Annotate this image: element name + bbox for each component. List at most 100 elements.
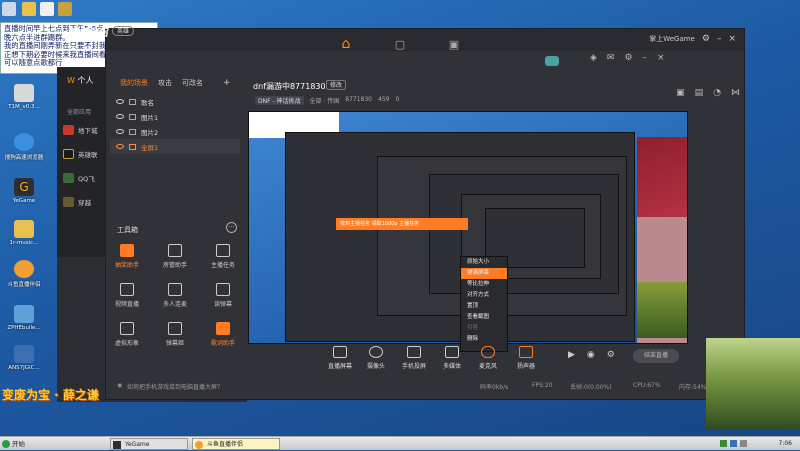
more-icon[interactable]: ··· xyxy=(226,222,237,233)
menu-item[interactable]: 等比拉伸 xyxy=(461,279,507,290)
tool-lyrics[interactable]: 歌词助手 xyxy=(201,322,245,347)
document-icon[interactable] xyxy=(40,2,54,16)
scene-item[interactable]: 图片1 xyxy=(110,109,240,124)
desktop-icon[interactable]: 1r-music... xyxy=(2,220,46,246)
desktop-top-icons xyxy=(0,0,75,20)
context-menu: 原始大小 铺满屏幕 等比拉伸 对齐方式 置顶 查看截图 引导 删除 xyxy=(460,256,508,352)
scene-item[interactable]: 全屏1 xyxy=(110,139,240,154)
task-icon xyxy=(216,244,230,257)
menu-item[interactable]: 铺满屏幕 xyxy=(461,268,507,279)
folder-icon[interactable] xyxy=(22,2,36,16)
scene-item[interactable]: 歌名 xyxy=(110,94,240,109)
record-icon[interactable]: ▶ xyxy=(568,350,575,360)
help-link[interactable]: 如何把手机游戏接到电脑直播大屏？ xyxy=(127,382,223,391)
screen-capture-button[interactable]: 直播屏幕 xyxy=(320,346,360,370)
tray-icon[interactable] xyxy=(730,440,737,447)
checkbox-icon[interactable] xyxy=(129,98,136,105)
tab-attack[interactable]: 攻击 xyxy=(158,78,172,88)
desktop-icon[interactable]: ZPHEbuile... xyxy=(2,305,46,331)
category-tag[interactable]: DNF - 神话挑战 xyxy=(255,96,304,105)
mode-selector[interactable]: 英雄 xyxy=(112,26,135,36)
settings-icon[interactable]: ⚙ xyxy=(624,53,632,63)
settings-icon[interactable]: ⚙ xyxy=(702,34,710,44)
tab-rename[interactable]: 可改名 xyxy=(182,78,203,88)
eye-icon[interactable] xyxy=(116,144,124,149)
eye-icon[interactable] xyxy=(116,99,124,104)
chat-icon[interactable]: ◔ xyxy=(713,88,721,98)
checkbox-icon[interactable] xyxy=(129,128,136,135)
tool-danmaku-ji[interactable]: 弹幕姬 xyxy=(153,322,197,347)
tool-streamer-task[interactable]: 主播任务 xyxy=(201,244,245,269)
desktop-icon[interactable]: ANS7JGIC... xyxy=(2,345,46,371)
room-meta: DNF - 神话挑战 全部 · 传国 8771830 459 0 xyxy=(255,96,399,105)
close-icon[interactable]: × xyxy=(728,34,736,44)
desktop-icon[interactable]: G YeGame xyxy=(2,178,46,204)
tray-icon[interactable] xyxy=(720,440,727,447)
assistant-game-item[interactable]: 地下城 xyxy=(63,123,98,136)
box-icon[interactable]: ▤ xyxy=(695,88,704,98)
camera-icon xyxy=(369,346,383,358)
menu-item[interactable]: 置顶 xyxy=(461,301,507,312)
recycle-bin-icon[interactable] xyxy=(2,2,16,16)
tool-room-admin[interactable]: 房管助手 xyxy=(153,244,197,269)
scene-item[interactable]: 图片2 xyxy=(110,124,240,139)
media-icon[interactable]: ▢ xyxy=(388,35,412,53)
tool-video-live[interactable]: 视频直播 xyxy=(105,283,149,308)
settings-icon[interactable]: ⚙ xyxy=(607,350,615,360)
media-icon xyxy=(445,346,459,358)
tab-my-scenes[interactable]: 我的场景 xyxy=(120,78,148,88)
tool-read-danmaku[interactable]: 读弹幕 xyxy=(201,283,245,308)
camera-button[interactable]: 摄像头 xyxy=(356,346,396,370)
share-icon[interactable]: ⋈ xyxy=(731,88,740,98)
volume-icon[interactable] xyxy=(740,440,747,447)
minimize-icon[interactable]: – xyxy=(717,34,722,44)
viewer-count: 459 xyxy=(378,96,390,103)
taskbar-item[interactable]: YeGame xyxy=(110,438,188,450)
phone-cast-button[interactable]: 手机投屏 xyxy=(394,346,434,370)
add-scene-icon[interactable]: + xyxy=(223,78,231,88)
checkbox-icon[interactable] xyxy=(129,113,136,120)
eye-icon[interactable] xyxy=(116,129,124,134)
app-icon xyxy=(14,345,34,363)
eye-icon[interactable]: ◉ xyxy=(587,350,595,360)
room-id: 8771830 xyxy=(345,96,373,103)
speaker-button[interactable]: 扬声器 xyxy=(506,346,546,370)
gift-icon[interactable]: ▣ xyxy=(676,88,685,98)
checkbox-icon[interactable] xyxy=(129,143,136,150)
multimedia-button[interactable]: 多媒体 xyxy=(432,346,472,370)
mascot-icon xyxy=(545,56,559,66)
tray-icons xyxy=(720,440,747,447)
assistant-game-item[interactable]: 穿越 xyxy=(63,195,91,208)
shirt-icon[interactable]: ◈ xyxy=(590,53,597,63)
monitor-icon xyxy=(333,346,347,358)
wegame-label[interactable]: 掌上WeGame xyxy=(649,34,695,44)
menu-item[interactable]: 原始大小 xyxy=(461,257,507,268)
folder-icon[interactable] xyxy=(58,2,72,16)
desktop-icon[interactable]: 斗鱼直播伴侣 xyxy=(2,260,46,288)
stream-overlay-text: 变废为宝 · 薛之谦 xyxy=(2,388,99,402)
eye-icon[interactable] xyxy=(116,114,124,119)
home-icon[interactable]: ⌂ xyxy=(334,35,358,53)
minimize-icon[interactable]: – xyxy=(643,53,648,63)
store-icon[interactable]: ▣ xyxy=(442,35,466,53)
assistant-title: W 个人 xyxy=(67,76,94,85)
message-icon[interactable]: ✉ xyxy=(607,53,615,63)
tool-lottery[interactable]: 抽奖助手 xyxy=(105,244,149,269)
menu-item[interactable]: 对齐方式 xyxy=(461,290,507,301)
menu-item[interactable]: 引导 xyxy=(461,323,507,334)
assistant-game-item[interactable]: QQ飞 xyxy=(63,171,95,184)
start-button[interactable]: 开始 xyxy=(2,438,32,450)
status-bar: ◉ 如何把手机游戏接到电脑直播大屏？ 码率0kb/s FPS:20 丢帧:0(0… xyxy=(105,380,745,394)
live-button[interactable]: 结束直播 xyxy=(633,349,679,363)
taskbar-item[interactable]: 斗鱼直播伴侣 xyxy=(192,438,280,450)
desktop-icon[interactable]: 搜狗高速浏览器 xyxy=(2,133,46,161)
clock[interactable]: 7:06 xyxy=(779,438,792,450)
tool-avatar[interactable]: 虚拟形象 xyxy=(105,322,149,347)
microphone-button[interactable]: 麦克风 xyxy=(468,346,508,370)
tool-multi-mic[interactable]: 多人连麦 xyxy=(153,283,197,308)
close-icon[interactable]: × xyxy=(657,53,665,63)
assistant-game-item[interactable]: 英雄联 xyxy=(63,147,98,160)
desktop-icon[interactable]: T1M_v0.3... xyxy=(2,84,46,110)
edit-room-button[interactable]: 修改 xyxy=(326,80,347,90)
menu-item[interactable]: 查看截图 xyxy=(461,312,507,323)
